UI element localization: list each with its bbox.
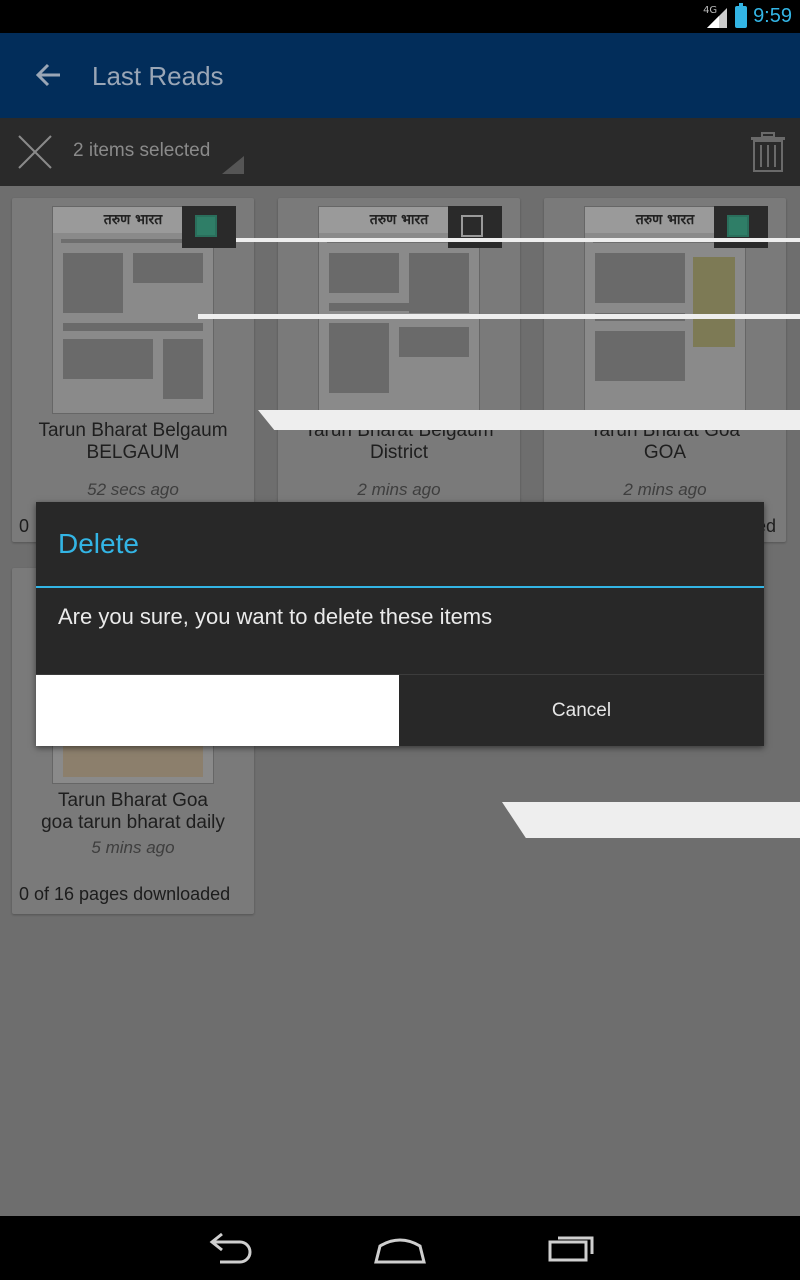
card-subtitle: GOA — [643, 442, 687, 463]
trash-icon[interactable] — [750, 132, 786, 172]
back-arrow-icon[interactable] — [34, 59, 66, 91]
newspaper-card[interactable]: तरुण भारत Tarun Bharat Goa GOA 2 mins ag… — [544, 198, 786, 542]
download-status: 0 of 16 pages downloaded — [19, 884, 231, 904]
card-timestamp: 5 mins ago — [91, 838, 175, 857]
newspaper-card[interactable]: तरुण भारत Tarun Bharat Belgaum District … — [278, 198, 520, 542]
delete-dialog: Delete Are you sure, you want to delete … — [36, 502, 764, 746]
glitch-stripe — [236, 238, 800, 242]
dialog-title: Delete — [58, 528, 139, 559]
download-status: 0 — [19, 516, 30, 536]
status-icons: 4G 9:59 — [703, 0, 792, 33]
newspaper-card[interactable]: तरुण भारत Tarun Bharat Belgaum BELGAUM 5… — [12, 198, 254, 542]
contextual-action-bar: 2 items selected — [0, 118, 800, 186]
signal-icon: 4G — [703, 5, 729, 29]
page-title: Last Reads — [92, 61, 224, 91]
battery-icon — [735, 2, 748, 28]
selection-count[interactable]: 2 items selected — [73, 140, 210, 162]
card-subtitle: goa tarun bharat daily — [41, 812, 225, 833]
navigation-bar — [0, 1216, 800, 1280]
close-icon[interactable] — [16, 133, 54, 171]
card-title: Tarun Bharat Goa — [58, 790, 208, 811]
card-subtitle: BELGAUM — [86, 442, 180, 463]
card-timestamp: 2 mins ago — [357, 480, 441, 499]
back-nav-icon[interactable] — [200, 1230, 260, 1266]
card-subtitle: District — [369, 442, 429, 463]
clock: 9:59 — [753, 5, 792, 27]
glitch-stripe — [502, 802, 800, 838]
card-title: Tarun Bharat Belgaum — [38, 420, 228, 441]
select-checkbox[interactable] — [182, 206, 236, 248]
app-bar: Last Reads — [0, 33, 800, 118]
status-bar: 4G 9:59 — [0, 0, 800, 33]
glitch-stripe — [198, 314, 800, 319]
glitch-stripe — [258, 410, 800, 430]
cancel-button[interactable]: Cancel — [399, 675, 764, 746]
card-timestamp: 2 mins ago — [623, 480, 707, 499]
card-timestamp: 52 secs ago — [87, 480, 179, 499]
confirm-button[interactable] — [36, 675, 399, 746]
dialog-message: Are you sure, you want to delete these i… — [58, 604, 493, 629]
dropdown-indicator-icon — [222, 156, 244, 174]
home-nav-icon[interactable] — [370, 1230, 430, 1266]
dialog-divider — [36, 586, 764, 588]
recent-apps-icon[interactable] — [542, 1230, 602, 1266]
